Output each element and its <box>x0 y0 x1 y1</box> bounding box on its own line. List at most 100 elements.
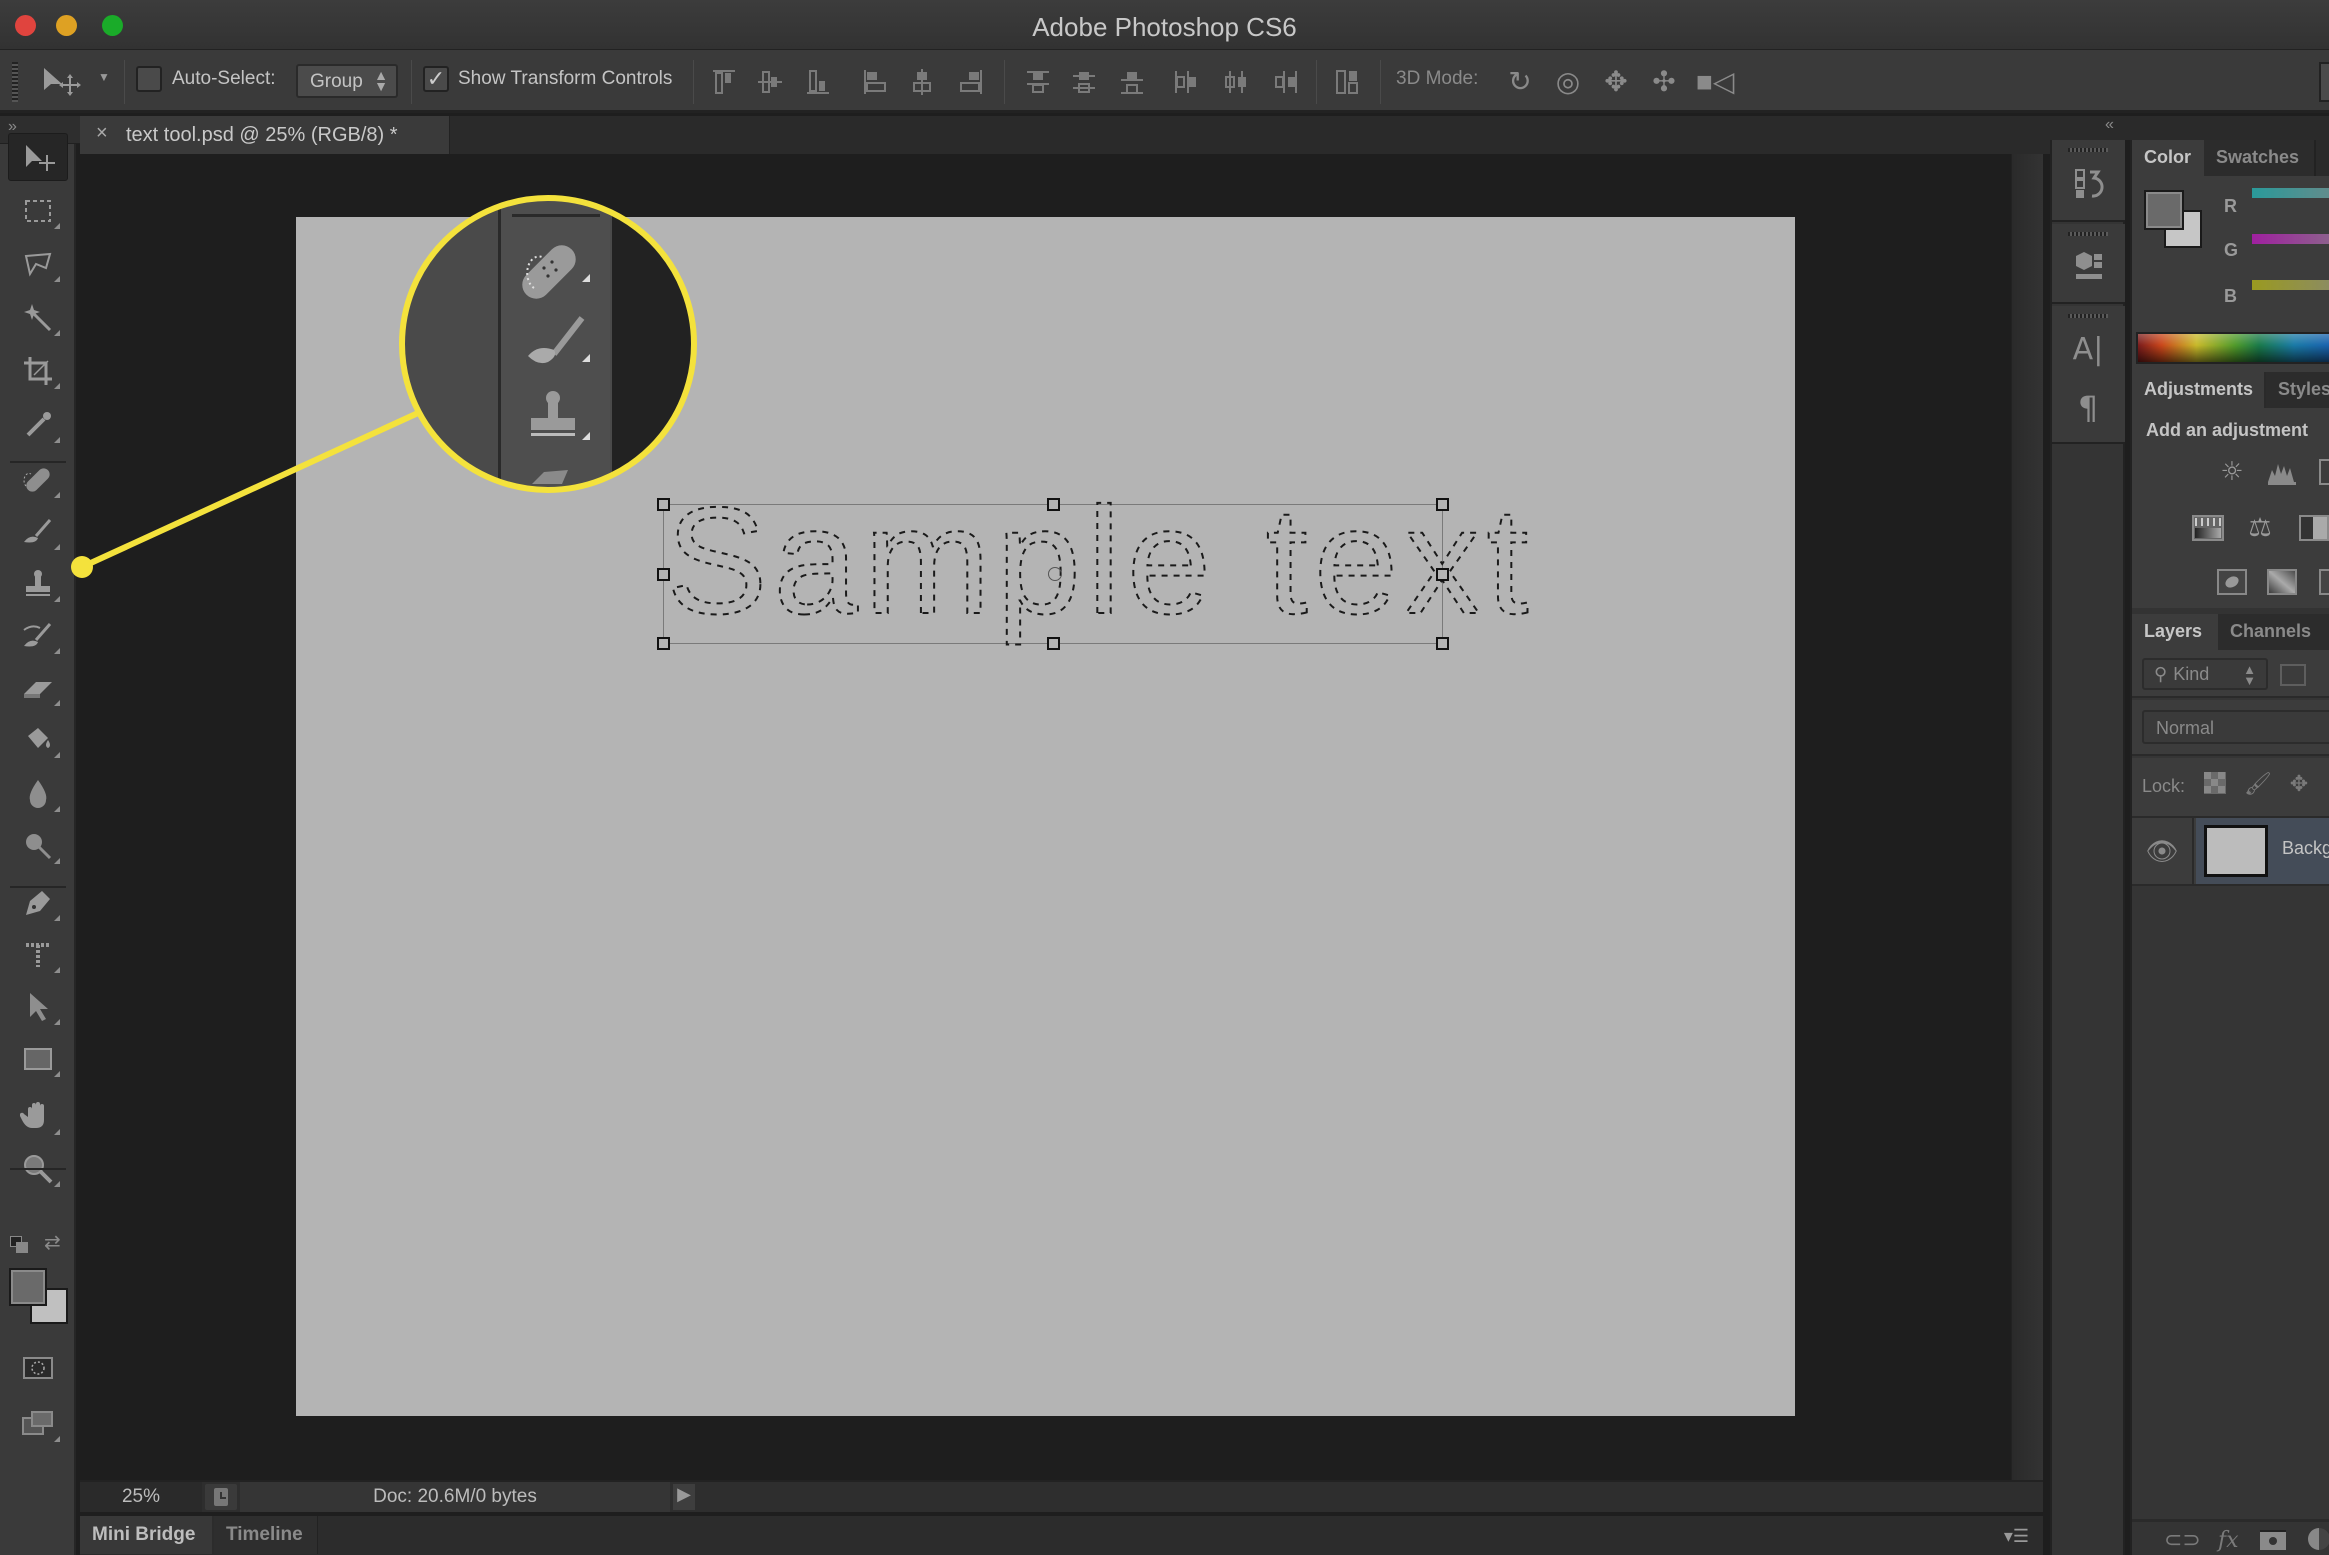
paragraph-icon[interactable]: ¶ <box>2070 390 2106 426</box>
align-left-edges-icon[interactable] <box>862 68 890 96</box>
paint-bucket-tool[interactable] <box>8 716 68 764</box>
lock-position-icon[interactable]: ✥ <box>2286 772 2312 798</box>
auto-select-checkbox[interactable] <box>136 66 162 92</box>
green-slider[interactable] <box>2252 234 2329 244</box>
spot-healing-brush-tool[interactable] <box>8 456 68 504</box>
slide-3d-icon[interactable]: ✣ <box>1646 66 1682 98</box>
history-icon[interactable] <box>2070 166 2106 202</box>
tab-layers[interactable]: Layers <box>2132 614 2218 650</box>
blue-slider[interactable] <box>2252 280 2329 290</box>
lock-image-pixels-icon[interactable]: 🖌 <box>2244 772 2272 798</box>
rotate-3d-icon[interactable]: ↻ <box>1502 66 1538 98</box>
path-selection-tool[interactable] <box>8 983 68 1031</box>
magic-wand-tool[interactable] <box>8 294 68 342</box>
tab-swatches[interactable]: Swatches <box>2204 140 2316 176</box>
transform-handle-bottom[interactable] <box>1047 637 1060 650</box>
dock-grip[interactable] <box>2068 148 2108 152</box>
reference-point[interactable] <box>1048 567 1062 581</box>
screen-mode-button[interactable] <box>8 1400 68 1448</box>
color-balance-icon[interactable]: ⚖ <box>2244 514 2276 542</box>
character-icon[interactable]: A| <box>2070 332 2106 368</box>
distribute-top-edges-icon[interactable] <box>1024 68 1052 96</box>
align-horizontal-centers-icon[interactable] <box>908 68 936 96</box>
blend-mode-dropdown[interactable]: Normal <box>2142 710 2329 744</box>
curves-icon[interactable] <box>2318 458 2329 486</box>
default-colors-icon[interactable] <box>10 1236 30 1254</box>
options-bar-grip[interactable] <box>12 62 18 102</box>
distribute-bottom-edges-icon[interactable] <box>1118 68 1146 96</box>
workspace-switcher-button[interactable] <box>2319 62 2329 102</box>
tab-mini-bridge[interactable]: Mini Bridge <box>80 1516 212 1554</box>
layer-visibility-eye-icon[interactable]: 👁 <box>2132 818 2194 884</box>
lock-transparent-pixels-icon[interactable] <box>2202 772 2228 798</box>
layer-style-icon[interactable]: fx <box>2218 1528 2239 1553</box>
transform-handle-top-right[interactable] <box>1436 498 1449 511</box>
levels-icon[interactable] <box>2266 458 2298 486</box>
show-transform-controls-checkbox[interactable]: ✓ <box>423 66 449 92</box>
tab-channels[interactable]: Channels <box>2218 614 2329 650</box>
dock-grip[interactable] <box>2068 232 2108 236</box>
invert-icon[interactable] <box>2216 568 2248 596</box>
auto-align-layers-icon[interactable] <box>1334 68 1362 96</box>
tool-preset-picker[interactable]: ▼ <box>40 64 110 100</box>
tab-adjustments[interactable]: Adjustments <box>2132 372 2264 408</box>
filter-pixel-layers-icon[interactable] <box>2280 664 2306 686</box>
eraser-tool[interactable] <box>8 664 68 712</box>
link-layers-icon[interactable]: ⊂⊃ <box>2164 1528 2201 1553</box>
brightness-contrast-icon[interactable]: ☼ <box>2216 458 2248 486</box>
align-vertical-centers-icon[interactable] <box>756 68 784 96</box>
transform-handle-left[interactable] <box>657 568 670 581</box>
document-canvas[interactable] <box>296 217 1795 1416</box>
tab-styles[interactable]: Styles <box>2266 372 2329 408</box>
roll-3d-icon[interactable]: ◎ <box>1550 66 1586 98</box>
vertical-scrollbar[interactable] <box>2011 154 2043 1480</box>
layer-row-background[interactable]: 👁 Background <box>2132 816 2329 886</box>
move-tool[interactable] <box>8 133 68 181</box>
gradient-map-icon[interactable] <box>2266 568 2298 596</box>
distribute-vertical-centers-icon[interactable] <box>1070 68 1098 96</box>
eyedropper-tool[interactable] <box>8 401 68 449</box>
distribute-left-edges-icon[interactable] <box>1172 68 1200 96</box>
rectangle-tool[interactable] <box>8 1035 68 1083</box>
panel-menu-icon[interactable]: ▾☰ <box>2004 1526 2029 1547</box>
document-tab[interactable]: × text tool.psd @ 25% (RGB/8) * <box>80 116 450 154</box>
transform-handle-top-left[interactable] <box>657 498 670 511</box>
hand-tool[interactable] <box>8 1093 68 1141</box>
hue-saturation-icon[interactable] <box>2192 514 2224 542</box>
selective-color-icon[interactable] <box>2318 568 2329 596</box>
transform-bounding-box[interactable]: Sample text <box>657 475 1530 650</box>
align-top-edges-icon[interactable] <box>710 68 738 96</box>
drag-3d-icon[interactable]: ✥ <box>1598 66 1634 98</box>
collapse-panels-icon[interactable]: « <box>2105 116 2114 134</box>
brush-tool[interactable] <box>8 508 68 556</box>
black-white-icon[interactable] <box>2298 514 2329 542</box>
right-dock-header[interactable]: « <box>2043 116 2329 140</box>
horizontal-type-mask-tool[interactable] <box>8 931 68 979</box>
foreground-color-swatch[interactable] <box>9 1268 47 1306</box>
tab-timeline[interactable]: Timeline <box>214 1516 318 1554</box>
transform-handle-top[interactable] <box>1047 498 1060 511</box>
quick-mask-button[interactable] <box>8 1344 68 1392</box>
distribute-right-edges-icon[interactable] <box>1272 68 1300 96</box>
align-right-edges-icon[interactable] <box>956 68 984 96</box>
blur-tool[interactable] <box>8 770 68 818</box>
tab-color[interactable]: Color <box>2132 140 2204 176</box>
color-panel-foreground-swatch[interactable] <box>2144 190 2184 230</box>
zoom-level-field[interactable]: 25% <box>80 1482 202 1512</box>
lasso-tool[interactable] <box>8 240 68 288</box>
document-profile-icon[interactable] <box>205 1484 237 1510</box>
distribute-horizontal-centers-icon[interactable] <box>1222 68 1250 96</box>
rectangular-marquee-tool[interactable] <box>8 187 68 235</box>
transform-handle-bottom-left[interactable] <box>657 637 670 650</box>
add-mask-icon[interactable] <box>2260 1530 2286 1550</box>
dodge-tool[interactable] <box>8 822 68 870</box>
close-tab-icon[interactable]: × <box>96 122 108 145</box>
crop-tool[interactable] <box>8 347 68 395</box>
new-adjustment-icon[interactable] <box>2308 1528 2329 1550</box>
layer-filter-kind-dropdown[interactable]: ⚲ Kind ▲ ▼ <box>2142 658 2268 690</box>
scale-3d-icon[interactable]: ■◁ <box>1696 66 1734 98</box>
color-spectrum-ramp[interactable] <box>2136 332 2329 364</box>
red-slider[interactable] <box>2252 188 2329 198</box>
transform-handle-right[interactable] <box>1436 568 1449 581</box>
clone-stamp-tool[interactable] <box>8 560 68 608</box>
